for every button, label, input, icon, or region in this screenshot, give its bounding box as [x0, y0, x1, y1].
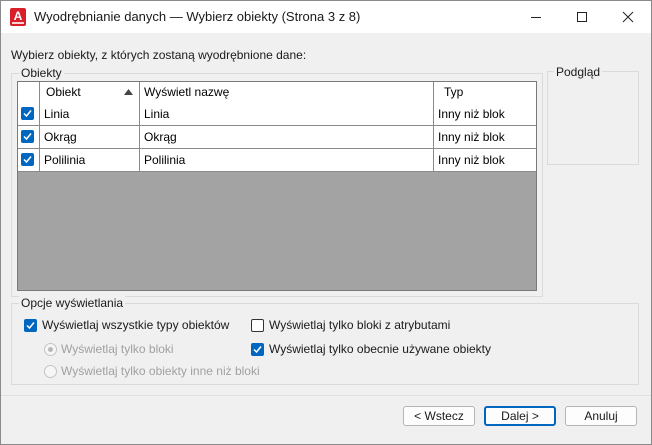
cell-type: Inny niż blok — [434, 149, 536, 171]
footer-divider — [1, 395, 651, 396]
row-checkbox[interactable] — [21, 130, 34, 143]
objects-group-label: Obiekty — [19, 66, 64, 80]
preview-label: Podgląd — [554, 65, 603, 79]
autocad-app-icon: A — [10, 8, 26, 26]
app-icon-letter: A — [13, 9, 23, 23]
minimize-icon — [531, 17, 541, 18]
close-icon — [622, 11, 634, 23]
checkmark-icon — [23, 156, 32, 164]
cell-object: Okrąg — [40, 126, 140, 148]
row-checkbox[interactable] — [21, 107, 34, 120]
non-blocks-only-radio[interactable] — [44, 365, 57, 378]
checkmark-icon — [23, 110, 32, 118]
dialog-window: A Wyodrębnianie danych — Wybierz obiekty… — [0, 0, 652, 445]
column-header-object-label: Obiekt — [46, 85, 81, 99]
table-row[interactable]: Linia Linia Inny niż blok — [18, 103, 536, 126]
attr-blocks-only-checkbox[interactable] — [251, 319, 264, 332]
cell-display-name[interactable]: Linia — [140, 103, 434, 125]
dialog-body: Wybierz obiekty, z których zostaną wyodr… — [1, 33, 651, 444]
row-checkbox-cell — [18, 126, 40, 148]
cell-display-name[interactable]: Okrąg — [140, 126, 434, 148]
column-header-display-name[interactable]: Wyświetl nazwę — [140, 82, 434, 103]
show-all-types-label: Wyświetlaj wszystkie typy obiektów — [42, 318, 230, 332]
sort-ascending-icon — [124, 89, 133, 95]
maximize-icon — [577, 12, 587, 22]
objects-table[interactable]: Obiekt Wyświetl nazwę Typ Linia Linia In… — [17, 81, 537, 291]
cell-type: Inny niż blok — [434, 126, 536, 148]
table-header: Obiekt Wyświetl nazwę Typ — [18, 82, 536, 103]
in-use-only-label: Wyświetlaj tylko obecnie używane obiekty — [269, 342, 491, 356]
close-button[interactable] — [605, 1, 651, 33]
column-header-object[interactable]: Obiekt — [40, 82, 140, 103]
show-all-types-checkbox[interactable] — [24, 319, 37, 332]
checkmark-icon — [23, 133, 32, 141]
checkmark-icon — [253, 346, 262, 354]
table-row[interactable]: Okrąg Okrąg Inny niż blok — [18, 126, 536, 149]
row-checkbox[interactable] — [21, 153, 34, 166]
column-header-type-label: Typ — [444, 85, 464, 99]
preview-panel — [547, 71, 639, 165]
table-row[interactable]: Polilinia Polilinia Inny niż blok — [18, 149, 536, 172]
window-title: Wyodrębnianie danych — Wybierz obiekty (… — [34, 9, 361, 24]
column-header-type[interactable]: Typ — [434, 82, 536, 103]
maximize-button[interactable] — [559, 1, 605, 33]
non-blocks-only-label: Wyświetlaj tylko obiekty inne niż bloki — [61, 364, 260, 378]
minimize-button[interactable] — [513, 1, 559, 33]
cancel-button[interactable]: Anuluj — [565, 406, 637, 426]
blocks-only-radio[interactable] — [44, 343, 57, 356]
cell-display-name[interactable]: Polilinia — [140, 149, 434, 171]
row-checkbox-cell — [18, 103, 40, 125]
title-bar: A Wyodrębnianie danych — Wybierz obiekty… — [1, 1, 651, 33]
header-checkbox-cell — [18, 82, 40, 103]
back-button[interactable]: < Wstecz — [403, 406, 475, 426]
in-use-only-checkbox[interactable] — [251, 343, 264, 356]
column-header-display-name-label: Wyświetl nazwę — [144, 85, 230, 99]
attr-blocks-only-label: Wyświetlaj tylko bloki z atrybutami — [269, 318, 451, 332]
intro-text: Wybierz obiekty, z których zostaną wyodr… — [11, 48, 307, 62]
blocks-only-label: Wyświetlaj tylko bloki — [61, 342, 174, 356]
checkmark-icon — [26, 322, 35, 330]
display-options-label: Opcje wyświetlania — [19, 296, 126, 310]
next-button[interactable]: Dalej > — [484, 406, 556, 426]
cell-object: Linia — [40, 103, 140, 125]
cell-type: Inny niż blok — [434, 103, 536, 125]
row-checkbox-cell — [18, 149, 40, 171]
cell-object: Polilinia — [40, 149, 140, 171]
